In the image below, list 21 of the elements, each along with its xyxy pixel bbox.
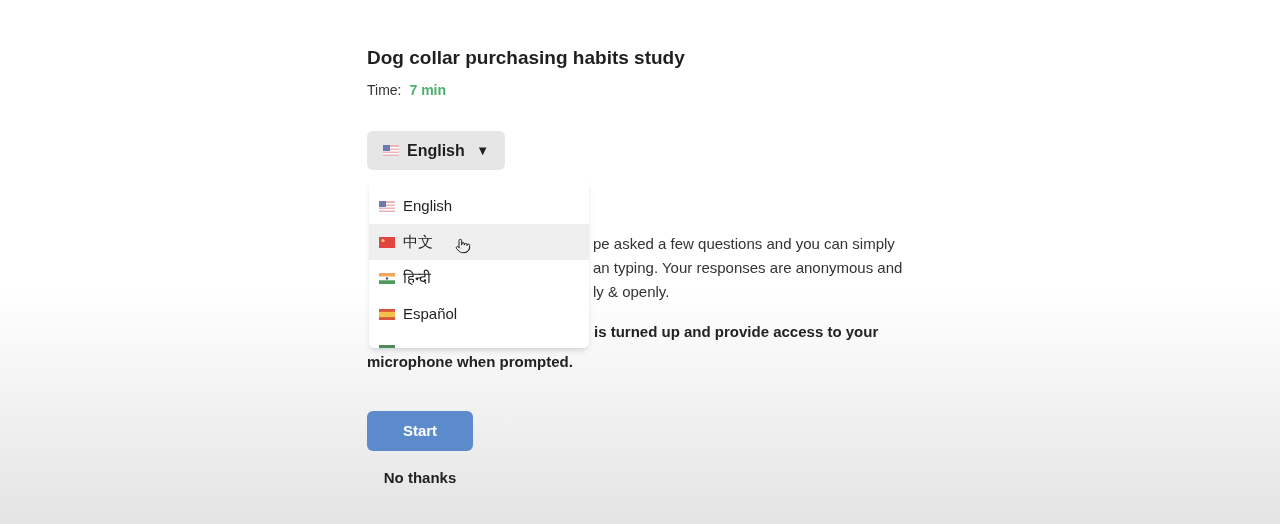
language-select[interactable]: English ▼ bbox=[367, 131, 505, 170]
notice-text: microphone when prompted. bbox=[367, 352, 573, 372]
time-label: Time: bbox=[367, 81, 402, 100]
time-value: 7 min bbox=[409, 81, 447, 100]
intro-text: an typing. Your responses are anonymous and bbox=[593, 258, 903, 278]
start-button[interactable]: Start bbox=[367, 411, 473, 451]
notice-text: is turned up and provide access to your bbox=[594, 322, 879, 342]
hand-cursor-icon bbox=[455, 238, 471, 254]
flag-icon bbox=[383, 145, 399, 156]
intro-text: ly & openly. bbox=[593, 282, 670, 302]
no-thanks-button[interactable]: No thanks bbox=[367, 467, 473, 490]
language-option[interactable]: Español bbox=[369, 296, 589, 332]
study-title: Dog collar purchasing habits study bbox=[367, 46, 685, 70]
flag-icon bbox=[379, 200, 395, 212]
flag-icon bbox=[379, 308, 395, 320]
language-option[interactable]: हिन्दी bbox=[369, 260, 589, 296]
intro-text: pe asked a few questions and you can simply bbox=[593, 234, 895, 254]
flag-icon bbox=[379, 236, 395, 248]
language-option[interactable]: 中文 bbox=[369, 224, 589, 260]
flag-icon bbox=[379, 272, 395, 284]
language-option[interactable]: English bbox=[369, 188, 589, 224]
